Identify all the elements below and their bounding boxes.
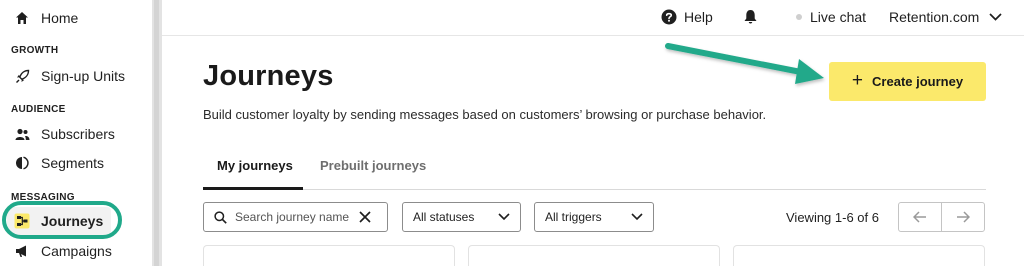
users-icon xyxy=(14,126,30,142)
trigger-filter-select[interactable]: All triggers xyxy=(534,202,654,232)
sidebar-item-segments[interactable]: Segments xyxy=(14,152,104,174)
sidebar-item-campaigns[interactable]: Campaigns xyxy=(14,240,112,262)
search-icon xyxy=(214,210,227,224)
account-label: Retention.com xyxy=(889,9,980,25)
account-menu[interactable]: Retention.com xyxy=(889,7,1002,27)
live-chat-button[interactable]: Live chat xyxy=(796,7,866,27)
chevron-down-icon xyxy=(989,13,1002,21)
page-subtitle: Build customer loyalty by sending messag… xyxy=(203,107,767,122)
arrow-left-icon xyxy=(913,211,927,223)
sidebar-item-label: Campaigns xyxy=(41,243,112,259)
tab-my-journeys[interactable]: My journeys xyxy=(217,158,293,173)
status-filter-value: All statuses xyxy=(413,210,475,224)
active-tab-indicator xyxy=(203,187,303,190)
tab-label: Prebuilt journeys xyxy=(320,158,427,173)
sidebar-item-journeys[interactable]: Journeys xyxy=(14,210,103,232)
sidebar-item-label: Journeys xyxy=(41,213,104,229)
search-box xyxy=(203,202,388,232)
chevron-down-icon xyxy=(498,213,510,221)
journey-card[interactable] xyxy=(203,245,455,266)
help-label: Help xyxy=(684,9,713,25)
notifications-button[interactable] xyxy=(743,7,758,27)
trigger-filter-value: All triggers xyxy=(545,210,602,224)
status-dot-icon xyxy=(796,14,802,20)
clear-search-icon[interactable] xyxy=(359,211,371,223)
sidebar-item-label: Subscribers xyxy=(41,126,115,142)
page-title: Journeys xyxy=(203,60,334,92)
chevron-down-icon xyxy=(631,213,643,221)
sidebar-scrollbar[interactable] xyxy=(152,0,162,266)
sidebar-item-home[interactable]: Home xyxy=(14,7,78,29)
create-journey-button[interactable]: + Create journey xyxy=(829,62,986,101)
megaphone-icon xyxy=(14,243,30,259)
search-input[interactable] xyxy=(235,210,353,224)
home-icon xyxy=(14,10,30,26)
live-chat-label: Live chat xyxy=(810,9,867,25)
segments-icon xyxy=(14,155,30,171)
sidebar-section-audience: AUDIENCE xyxy=(11,104,66,115)
status-filter-select[interactable]: All statuses xyxy=(402,202,521,232)
tab-label: My journeys xyxy=(217,158,293,173)
plus-icon: + xyxy=(851,69,864,91)
help-icon xyxy=(661,9,677,25)
create-journey-label: Create journey xyxy=(872,74,964,89)
tab-prebuilt-journeys[interactable]: Prebuilt journeys xyxy=(320,158,426,173)
sidebar-item-subscribers[interactable]: Subscribers xyxy=(14,123,115,145)
bell-icon xyxy=(743,9,758,25)
sidebar-item-label: Sign-up Units xyxy=(41,68,126,84)
journeys-icon xyxy=(14,213,30,229)
sidebar-section-growth: GROWTH xyxy=(11,45,59,56)
journey-card[interactable] xyxy=(733,245,985,266)
pagination xyxy=(898,202,985,232)
journey-tabs: My journeys Prebuilt journeys xyxy=(203,150,986,190)
arrow-right-icon xyxy=(956,211,970,223)
sidebar-item-label: Home xyxy=(41,10,79,26)
next-page-button[interactable] xyxy=(942,203,984,231)
rocket-icon xyxy=(14,68,30,84)
journey-card[interactable] xyxy=(468,245,720,266)
previous-page-button[interactable] xyxy=(899,203,942,231)
help-link[interactable]: Help xyxy=(661,7,713,27)
sidebar-item-signup-units[interactable]: Sign-up Units xyxy=(14,65,125,87)
sidebar: Home GROWTH Sign-up Units AUDIENCE Subsc… xyxy=(0,0,152,266)
sidebar-item-label: Segments xyxy=(41,155,105,171)
results-count: Viewing 1-6 of 6 xyxy=(786,210,879,225)
